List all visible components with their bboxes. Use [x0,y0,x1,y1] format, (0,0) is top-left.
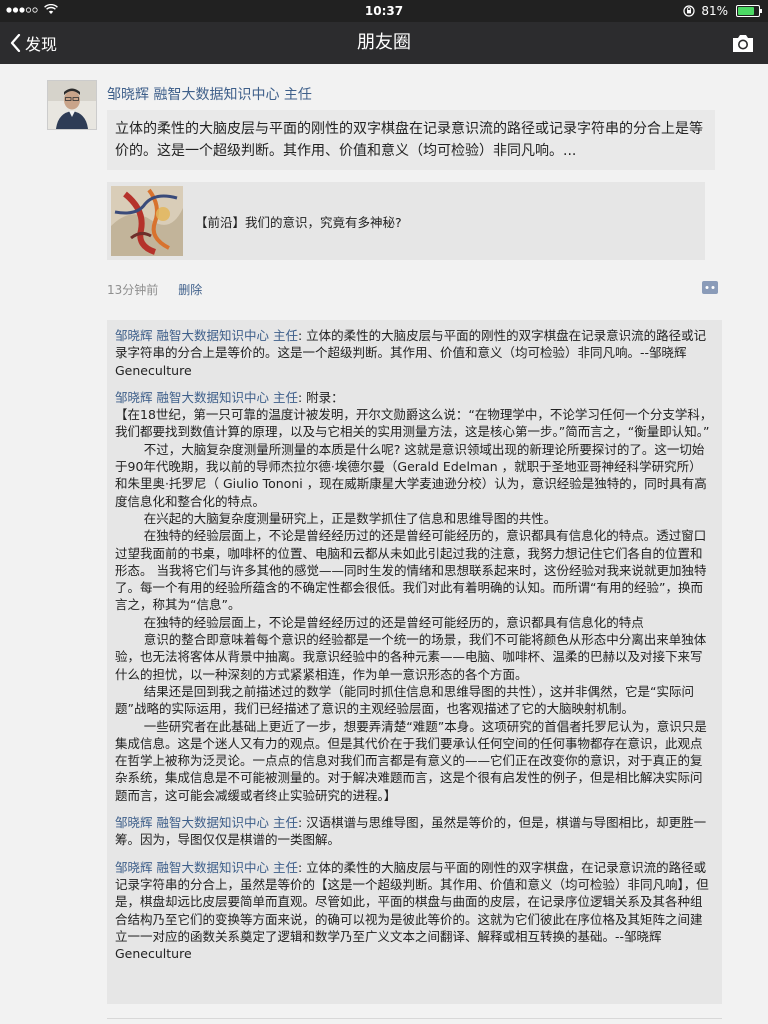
status-time: 10:37 [364,4,404,18]
comment-author[interactable]: 邹晓辉 融智大数据知识中心 主任 [115,815,298,830]
comment-separator: : [297,389,307,405]
comment-item[interactable]: 邹晓辉 融智大数据知识中心 主任: 汉语棋谱与思维导图，虽然是等价的，但是，棋谱… [115,814,714,849]
comment-text: 【在18世纪，第一只可靠的温度计被发明，开尔文勋爵这么说：“在物理学中，不论学习… [115,407,713,440]
comment-paragraph: 邹晓辉 融智大数据知识中心 主任: 附录： [115,389,714,406]
comment-text: 在独特的经验层面上，不论是曾经经历过的还是曾经可能经历的，意识都具有信息化的特点 [143,614,644,630]
post-time: 13分钟前 [107,283,159,297]
comment-separator: : [297,815,307,831]
comment-author[interactable]: 邹晓辉 融智大数据知识中心 主任 [115,860,298,875]
comment-paragraph: 【在18世纪，第一只可靠的温度计被发明，开尔文勋爵这么说：“在物理学中，不论学习… [115,406,714,441]
comment-item[interactable]: 邹晓辉 融智大数据知识中心 主任: 立体的柔性的大脑皮层与平面的刚性的双字棋盘，… [115,859,714,963]
comment-text: 结果还是回到我之前描述过的数学（能同时抓住信息和思维导图的共性），这并非偶然，它… [115,683,694,717]
comment-paragraph: 不过，大脑复杂度测量所测量的本质是什么呢? 这就是意识领域出现的新理论所要探讨的… [115,441,714,510]
comment-paragraph: 邹晓辉 融智大数据知识中心 主任: 汉语棋谱与思维导图，虽然是等价的，但是，棋谱… [115,814,714,849]
battery-icon [736,5,762,17]
comment-separator: : [297,328,307,343]
rotation-lock-icon [683,5,695,17]
delete-button[interactable]: 删除 [178,281,202,298]
comment-text: 在独特的经验层面上，不论是曾经经历过的还是曾经可能经历的，意识都具有信息化的特点… [115,528,707,613]
post-meta: 13分钟前 删除 [107,281,202,298]
comment-text: 不过，大脑复杂度测量所测量的本质是什么呢? 这就是意识领域出现的新理论所要探讨的… [115,441,707,509]
moments-app: 10:37 81% 发现 朋友圈 邹晓辉 融智大数据知识中心 主任 立体的柔性的… [0,0,768,1024]
comment-paragraph: 结果还是回到我之前描述过的数学（能同时抓住信息和思维导图的共性），这并非偶然，它… [115,683,714,718]
comment-paragraph: 邹晓辉 融智大数据知识中心 主任: 立体的柔性的大脑皮层与平面的刚性的双字棋盘，… [115,859,714,963]
comment-text: 在兴起的大脑复杂度测量研究上，正是数学抓住了信息和思维导图的共性。 [143,510,557,526]
comment-separator: : [297,859,307,875]
comment-item[interactable]: 邹晓辉 融智大数据知识中心 主任: 附录： 【在18世纪，第一只可靠的温度计被发明… [115,389,714,804]
comment-paragraph: 在独特的经验层面上，不论是曾经经历过的还是曾经可能经历的，意识都具有信息化的特点… [115,527,714,613]
comment-paragraph: 在兴起的大脑复杂度测量研究上，正是数学抓住了信息和思维导图的共性。 [115,510,714,527]
comment-author[interactable]: 邹晓辉 融智大数据知识中心 主任 [115,328,298,343]
comment-item[interactable]: 邹晓辉 融智大数据知识中心 主任: 立体的柔性的大脑皮层与平面的刚性的双字棋盘在… [115,327,714,379]
avatar[interactable] [47,80,97,130]
post-text[interactable]: 立体的柔性的大脑皮层与平面的刚性的双字棋盘在记录意识流的路径或记录字符串的分合上… [107,110,715,170]
page-title: 朋友圈 [357,32,411,53]
post-author[interactable]: 邹晓辉 融智大数据知识中心 主任 [107,84,312,104]
shared-article-card[interactable]: 【前沿】我们的意识，究竟有多神秘? [107,182,705,260]
status-bar: 10:37 81% [0,0,768,22]
comment-paragraph: 在独特的经验层面上，不论是曾经经历过的还是曾经可能经历的，意识都具有信息化的特点 [115,614,714,631]
comment-text: 一些研究者在此基础上更近了一步，想要弄清楚“难题”本身。这项研究的首倡者托罗尼认… [115,718,707,803]
battery-level [738,7,754,15]
article-thumbnail [111,186,183,256]
shared-article-title: 【前沿】我们的意识，究竟有多神秘? [195,214,402,230]
avatar-image [48,81,96,129]
status-right: 81% [683,4,762,18]
battery-percent: 81% [701,4,728,18]
comment-paragraph: 意识的整合即意味着每个意识的经验都是一个统一的场景，我们不可能将颜色从形态中分离… [115,631,714,683]
comment-author[interactable]: 邹晓辉 融智大数据知识中心 主任 [115,390,298,405]
comments-section: 邹晓辉 融智大数据知识中心 主任: 立体的柔性的大脑皮层与平面的刚性的双字棋盘在… [107,320,722,1004]
comment-text: 意识的整合即意味着每个意识的经验都是一个统一的场景，我们不可能将颜色从形态中分离… [115,632,707,682]
nav-bar: 发现 朋友圈 [0,22,768,64]
comment-action-icon[interactable] [702,281,718,294]
comment-text: 附录： [306,389,344,405]
comment-paragraph: 一些研究者在此基础上更近了一步，想要弄清楚“难题”本身。这项研究的首倡者托罗尼认… [115,718,714,804]
comment-paragraph: 邹晓辉 融智大数据知识中心 主任: 立体的柔性的大脑皮层与平面的刚性的双字棋盘在… [115,327,714,379]
battery-tip [760,9,762,13]
divider [107,1018,722,1019]
camera-icon[interactable] [730,30,756,56]
